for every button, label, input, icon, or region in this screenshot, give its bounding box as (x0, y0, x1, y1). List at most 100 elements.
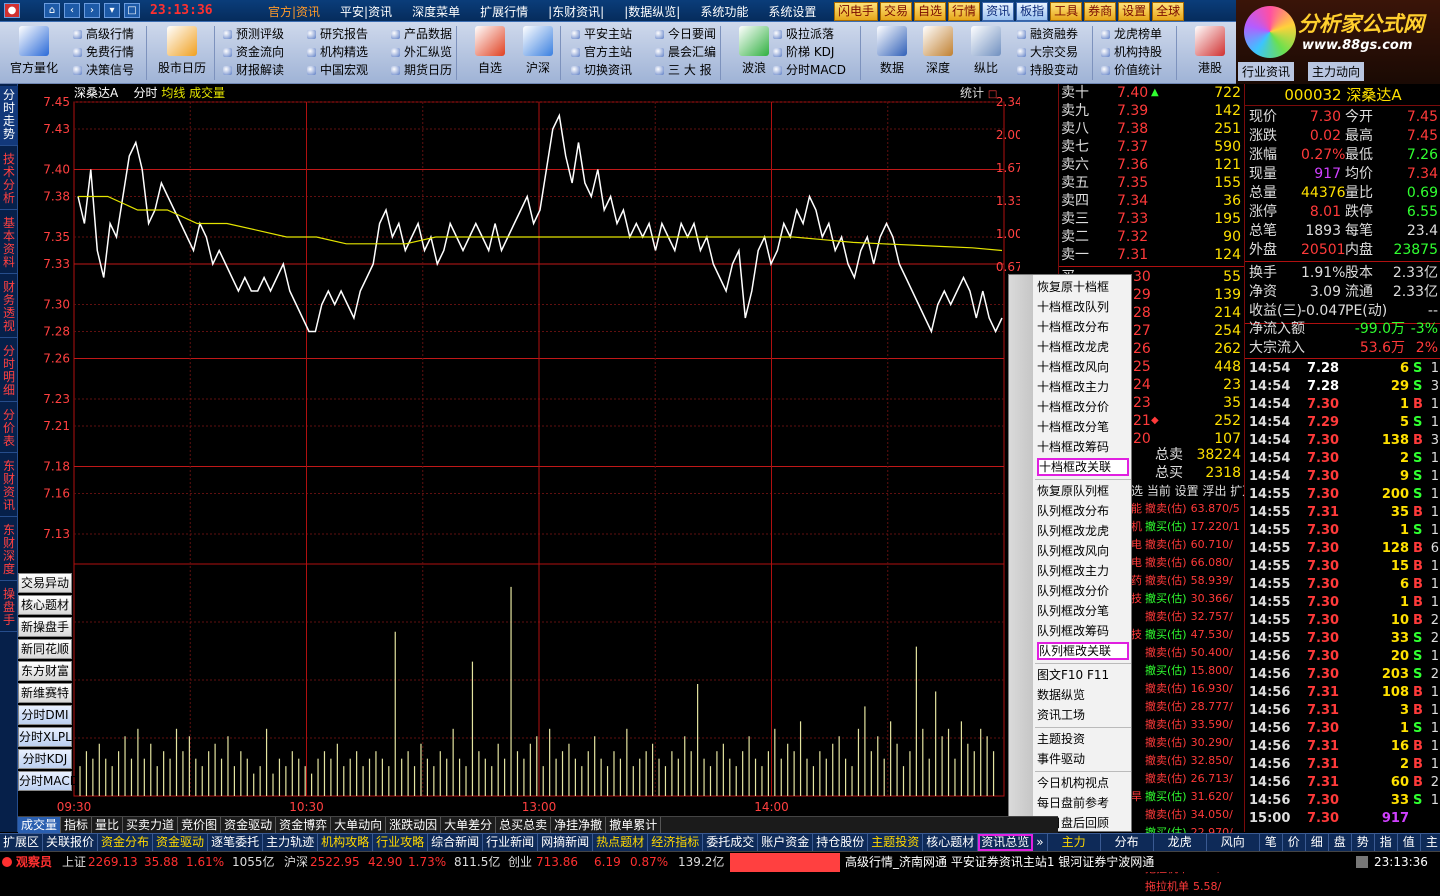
menu-item-4-1[interactable]: 每日盘前参考 (1037, 794, 1129, 812)
menu-item-0-9[interactable]: 十档框改关联 (1037, 458, 1129, 476)
menu-item-0-4[interactable]: 十档框改风向 (1037, 358, 1129, 376)
toolbar-link[interactable]: 三 大 报 (654, 62, 716, 78)
chart-tab-7[interactable]: 大单动向 (331, 817, 387, 833)
ext-tab-14[interactable]: 账户资金 (758, 834, 814, 851)
signal-row[interactable]: 撤卖(估) 26.713/ (1131, 770, 1245, 788)
indicator-btn-8[interactable]: 分时KDJ (18, 749, 72, 769)
quote-tab-7[interactable]: 主 (1421, 834, 1440, 851)
signal-row[interactable]: 电撤卖(估) 60.710/ (1131, 536, 1245, 554)
ask-row[interactable]: 卖二 7.32 90 (1059, 228, 1245, 246)
toolbar-btn-7[interactable]: 纵比 (958, 24, 1014, 76)
quick-btn-0[interactable]: 闪电手 (834, 2, 879, 21)
ask-row[interactable]: 卖七 7.37 590 (1059, 138, 1245, 156)
quick-btn-7[interactable]: 券商 (1084, 2, 1117, 21)
quick-btn-1[interactable]: 交易 (880, 2, 913, 21)
toolbar-link[interactable]: 价值统计 (1100, 62, 1162, 78)
signal-row[interactable]: 药撤卖(估) 58.939/ (1131, 572, 1245, 590)
tick-row[interactable]: 14:55 7.31 35 B 1 (1245, 504, 1440, 522)
menu-item-1-7[interactable]: 队列框改筹码 (1037, 622, 1129, 640)
ext-tab-10[interactable]: 网摘新闻 (538, 834, 594, 851)
vtab-3[interactable]: 财务透视 (0, 278, 18, 338)
ask-row[interactable]: 卖八 7.38 251 (1059, 120, 1245, 138)
toolbar-link[interactable]: 机构精选 (306, 44, 368, 60)
indicator-btn-7[interactable]: 分时XLPL (18, 727, 72, 747)
toolbar-link[interactable]: 决策信号 (72, 62, 134, 78)
indicator-btn-4[interactable]: 东方财富 (18, 661, 72, 681)
tick-row[interactable]: 14:54 7.28 6 S 1 (1245, 360, 1440, 378)
indicator-btn-2[interactable]: 新操盘手 (18, 617, 72, 637)
toolbar-link[interactable]: 阶梯 KDJ (772, 44, 846, 60)
tick-row[interactable]: 14:54 7.28 29 S 3 (1245, 378, 1440, 396)
signal-row[interactable]: 旱撤买(估) 31.620/ (1131, 788, 1245, 806)
chart-canvas[interactable]: 7.45 7.43 7.40 7.38 7.35 7.33 7.30 7.28 7.26 7.23… (18, 84, 1020, 816)
vtab-2[interactable]: 基本资料 (0, 214, 18, 274)
signal-row[interactable]: 撤卖(估) 50.400/ (1131, 644, 1245, 662)
menu-item-1-4[interactable]: 队列框改主力 (1037, 562, 1129, 580)
menu-item-1-8[interactable]: 队列框改关联 (1037, 642, 1129, 660)
menu-item-3-0[interactable]: 主题投资 (1037, 730, 1129, 748)
menu-item-0-2[interactable]: 十档框改分布 (1037, 318, 1129, 336)
toolbar-link[interactable]: 分时MACD (772, 62, 846, 78)
quick-btn-2[interactable]: 自选 (914, 2, 947, 21)
more-tabs-icon[interactable]: » (1033, 834, 1048, 851)
quick-btn-4[interactable]: 资讯 (982, 2, 1015, 21)
menu-0[interactable]: 官方|资讯 (258, 3, 330, 20)
toolbar-link[interactable]: 免费行情 (72, 44, 134, 60)
toolbar-link[interactable]: 大宗交易 (1016, 44, 1078, 60)
menu-5[interactable]: |数据纵览| (614, 3, 690, 20)
vtab-1[interactable]: 技术分析 (0, 150, 18, 210)
ext-tab-2[interactable]: 资金分布 (98, 834, 154, 851)
chevron-down-icon[interactable]: ▾ (104, 3, 120, 18)
signal-row[interactable]: 撤卖(估) 32.757/ (1131, 608, 1245, 626)
signal-row[interactable]: 撤卖(估) 33.590/ (1131, 716, 1245, 734)
menu-4[interactable]: |东财资讯| (538, 3, 614, 20)
ext-tab-17[interactable]: 核心题材 (923, 834, 979, 851)
ask-row[interactable]: 卖三 7.33 195 (1059, 210, 1245, 228)
menu-1[interactable]: 平安|资讯 (330, 3, 402, 20)
ext-tab-13[interactable]: 委托成交 (703, 834, 759, 851)
tick-row[interactable]: 14:55 7.30 10 B 2 (1245, 612, 1440, 630)
menu-item-2-1[interactable]: 数据纵览 (1037, 686, 1129, 704)
ask-row[interactable]: 卖五 7.35 155 (1059, 174, 1245, 192)
vtab-6[interactable]: 东财资讯 (0, 457, 18, 517)
ask-row[interactable]: 卖六 7.36 121 (1059, 156, 1245, 174)
signal-row[interactable]: 撤卖(估) 16.930/ (1131, 680, 1245, 698)
tick-row[interactable]: 14:54 7.30 1 B 1 (1245, 396, 1440, 414)
toolbar-btn-0[interactable]: 官方量化 (6, 24, 62, 76)
toolbar-link[interactable]: 期货日历 (390, 62, 452, 78)
toolbar-link[interactable]: 吸拉派落 (772, 26, 846, 42)
ext-tab-9[interactable]: 行业新闻 (483, 834, 539, 851)
ask-row[interactable]: 卖四 7.34 36 (1059, 192, 1245, 210)
ask-row[interactable]: 卖九 7.39 142 (1059, 102, 1245, 120)
quick-btn-5[interactable]: 板指 (1016, 2, 1049, 21)
signal-row[interactable]: 撤卖(估) 28.777/ (1131, 698, 1245, 716)
chart-tab-10[interactable]: 总买总卖 (496, 817, 552, 833)
menu-7[interactable]: 系统设置 (758, 3, 826, 20)
toolbar-link[interactable]: 晨会汇编 (654, 44, 716, 60)
toolbar-link[interactable]: 龙虎榜单 (1100, 26, 1162, 42)
ext-tab-6[interactable]: 机构攻略 (318, 834, 374, 851)
signal-row[interactable]: 能撤卖(估) 63.870/5 (1131, 500, 1245, 518)
tick-row[interactable]: 14:56 7.31 2 B 1 (1245, 756, 1440, 774)
toolbar-link[interactable]: 预测评级 (222, 26, 284, 42)
toolbar-btn-1[interactable]: 股市日历 (154, 24, 210, 76)
menu-item-0-7[interactable]: 十档框改分笔 (1037, 418, 1129, 436)
ext-tab-5[interactable]: 主力轨迹 (263, 834, 319, 851)
tick-row[interactable]: 14:55 7.30 200 S 1 (1245, 486, 1440, 504)
ext-tab-7[interactable]: 行业攻略 (373, 834, 429, 851)
ext-tab-8[interactable]: 综合新闻 (428, 834, 484, 851)
menu-item-1-1[interactable]: 队列框改分布 (1037, 502, 1129, 520)
book-tab-3[interactable]: 风向 (1207, 834, 1260, 851)
book-tab-2[interactable]: 龙虎 (1154, 834, 1207, 851)
quick-btn-9[interactable]: 全球 (1152, 2, 1185, 21)
signal-row[interactable]: 拖拉机单 5.58/ (1131, 878, 1245, 896)
forward-icon[interactable]: › (84, 3, 100, 18)
indicator-btn-3[interactable]: 新同花顺 (18, 639, 72, 659)
chart-tab-3[interactable]: 买卖力道 (123, 817, 179, 833)
menu-2[interactable]: 深度菜单 (402, 3, 470, 20)
chart-tab-8[interactable]: 涨跌动因 (386, 817, 442, 833)
tick-row[interactable]: 14:54 7.29 5 S 1 (1245, 414, 1440, 432)
signal-row[interactable]: 撤卖(估) 32.850/ (1131, 752, 1245, 770)
signal-row[interactable]: 机撤买(估) 17.220/1 (1131, 518, 1245, 536)
chart-tab-6[interactable]: 资金博弈 (276, 817, 332, 833)
